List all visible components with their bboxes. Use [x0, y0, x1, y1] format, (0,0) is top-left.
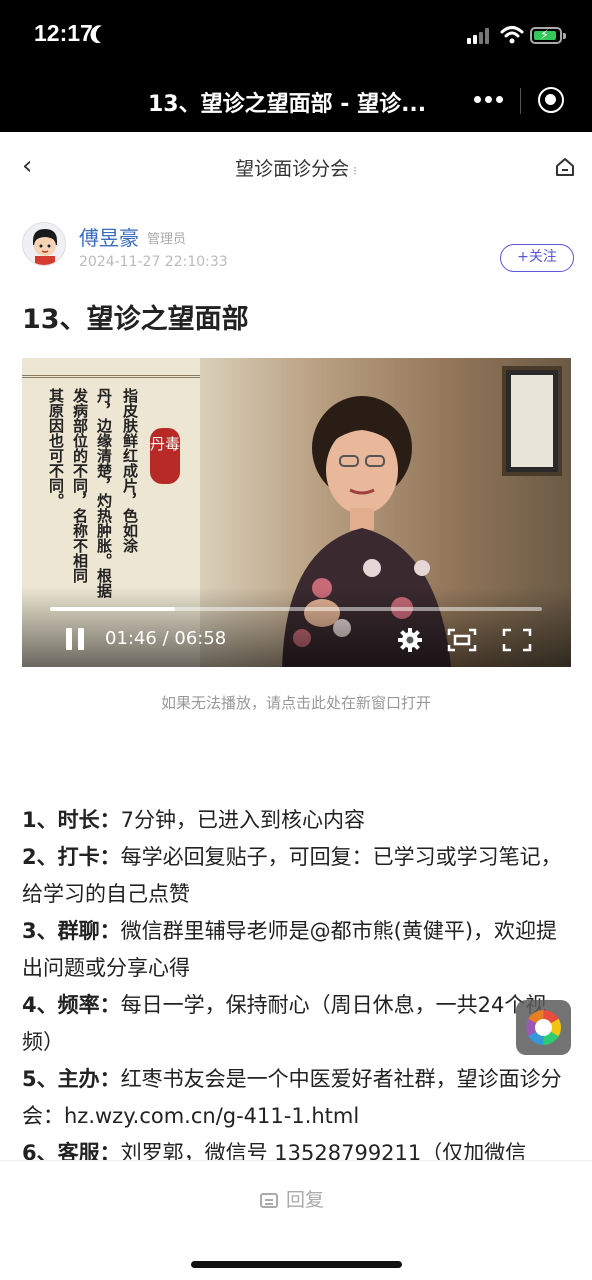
gear-icon[interactable] [397, 627, 423, 653]
post-title: 13、望诊之望面部 [22, 304, 249, 335]
home-indicator [191, 1261, 402, 1268]
content-item-5: 5、主办：红枣书友会是一个中医爱好者社群，望诊面诊分会：hz.wzy.com.c… [22, 1067, 562, 1128]
floating-aperture-button[interactable] [516, 1000, 571, 1055]
close-circle-icon[interactable] [538, 87, 564, 113]
status-bar: 12:17 ⚡ [0, 0, 592, 70]
moon-icon [93, 23, 114, 45]
fullscreen-icon[interactable] [502, 628, 532, 652]
content-item-3: 3、群聊：微信群里辅导老师是@都市熊(黄健平)，欢迎提出问题或分享心得 [22, 919, 558, 980]
chat-icon [260, 1193, 278, 1208]
nav-bar: ‹ 望诊面诊分会 ⁝ [0, 132, 592, 202]
wifi-icon [500, 26, 524, 44]
video-player[interactable]: 指皮肤鲜红成片，色如涂 丹，边缘清楚，灼热肿胀。根据 发病部位的不同，名称不相同… [22, 358, 571, 667]
signal-icon [467, 28, 491, 44]
follow-button[interactable]: +关注 [500, 244, 574, 272]
nav-title-menu: ⁝ [353, 164, 357, 178]
video-progress-bar[interactable] [50, 607, 542, 611]
video-progress-fill [50, 607, 175, 611]
post-content: 1、时长：7分钟，已进入到核心内容 2、打卡：每学必回复贴子，可回复：已学习或学… [22, 802, 574, 1160]
author-row: 傅昱豪 管理员 2024-11-27 22:10:33 +关注 [22, 222, 574, 278]
reply-label: 回复 [286, 1189, 325, 1211]
author-name[interactable]: 傅昱豪 [79, 222, 139, 251]
caption-column-3: 发病部位的不同，名称不相同 [71, 388, 89, 583]
wall-painting [502, 366, 562, 476]
avatar[interactable] [22, 222, 66, 266]
video-time-display: 01:46 / 06:58 [105, 628, 227, 649]
post-timestamp: 2024-11-27 22:10:33 [79, 254, 228, 270]
caption-column-4: 其原因也可不同。 [47, 388, 65, 508]
open-in-new-window-link[interactable]: 如果无法播放，请点击此处在新窗口打开 [0, 692, 592, 713]
content-item-2: 2、打卡：每学必回复贴子，可回复：已学习或学习笔记，给学习的自己点赞 [22, 845, 562, 906]
nav-title-text: 望诊面诊分会 [235, 158, 350, 180]
capsule-divider [520, 88, 521, 114]
content-item-6: 6、客服：刘罗郭，微信号 13528799211（仅加微信 [22, 1141, 527, 1160]
author-role-badge: 管理员 [147, 232, 187, 247]
status-time: 12:17 [34, 20, 93, 46]
more-icon[interactable] [474, 94, 504, 106]
wechat-page-title: 13、望诊之望面部 - 望诊... [148, 92, 427, 117]
battery-icon: ⚡ [530, 27, 566, 44]
bottom-bar: 回复 [0, 1160, 592, 1280]
pause-icon[interactable] [66, 628, 84, 650]
aperture-icon [526, 1010, 561, 1045]
caption-column-1: 指皮肤鲜红成片，色如涂 [121, 388, 139, 553]
home-icon[interactable] [554, 156, 576, 178]
seal-label: 丹毒 [150, 428, 180, 484]
reply-button[interactable]: 回复 [260, 1185, 324, 1213]
content-item-1: 1、时长：7分钟，已进入到核心内容 [22, 808, 365, 832]
nav-title[interactable]: 望诊面诊分会 ⁝ [0, 154, 592, 181]
caption-column-2: 丹，边缘清楚，灼热肿胀。根据 [95, 388, 113, 598]
pip-icon[interactable] [447, 628, 477, 652]
wechat-title-bar: 13、望诊之望面部 - 望诊... [0, 70, 592, 132]
content-item-4: 4、频率：每日一学，保持耐心（周日休息，一共24个视频） [22, 993, 547, 1054]
